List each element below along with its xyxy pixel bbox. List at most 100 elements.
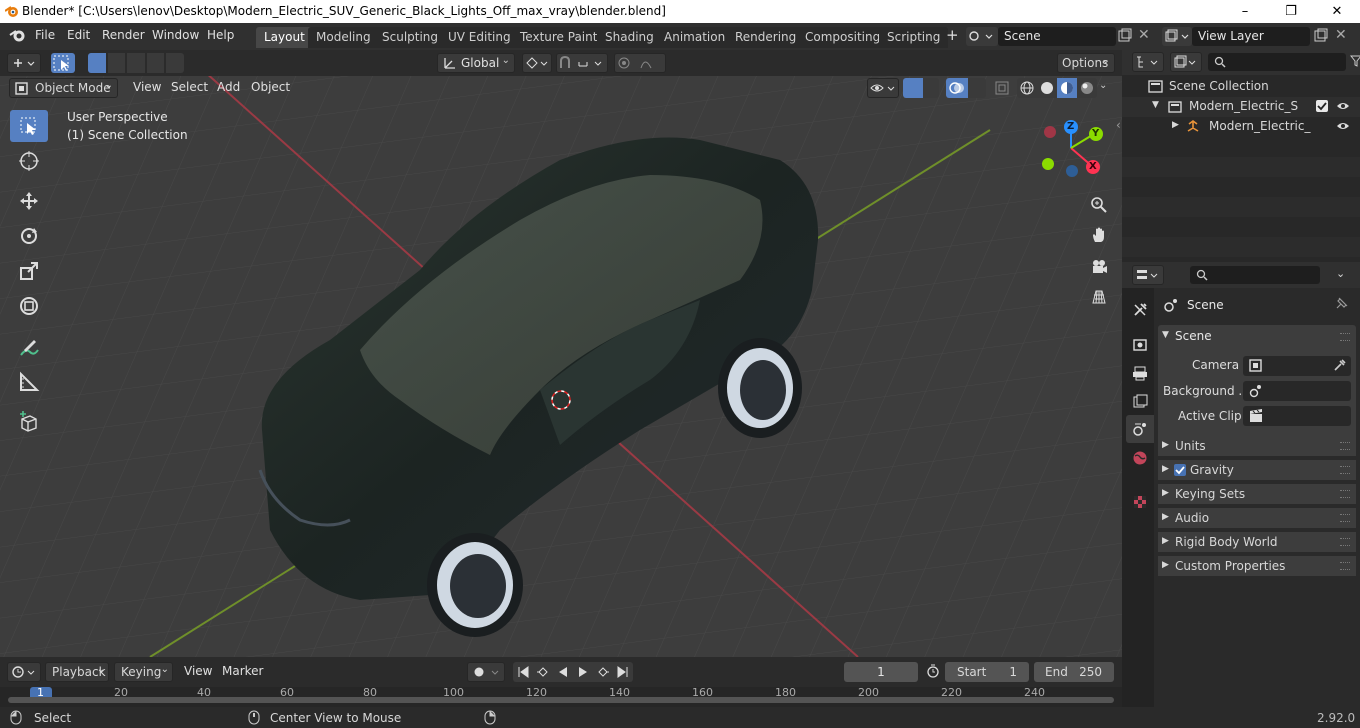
tool-tab-icon[interactable] <box>1128 298 1152 322</box>
delete-scene-icon[interactable]: ✕ <box>1138 27 1150 43</box>
active-clip-field[interactable] <box>1243 406 1351 426</box>
tab-layout[interactable]: Layout <box>256 27 313 48</box>
material-shading-icon[interactable] <box>1057 78 1077 98</box>
viewport-menu-select[interactable]: Select <box>171 80 208 94</box>
subpanel-units[interactable]: ▶ Units <box>1158 436 1356 456</box>
expand-down-icon[interactable]: ▼ <box>1152 100 1159 110</box>
play-icon[interactable] <box>573 662 593 682</box>
timeline-menu-view[interactable]: View <box>184 664 212 678</box>
rotate-tool[interactable] <box>10 220 48 252</box>
drag-handle-icon[interactable] <box>1340 538 1350 546</box>
expand-down-icon[interactable]: ▼ <box>1162 330 1169 340</box>
outliner-row-scene-collection[interactable]: Scene Collection <box>1122 77 1360 97</box>
background-scene-field[interactable] <box>1243 381 1351 401</box>
overlays-toggle[interactable] <box>946 78 986 98</box>
tab-compositing[interactable]: Compositing <box>797 27 889 48</box>
tab-animation[interactable]: Animation <box>656 27 734 48</box>
cursor-tool[interactable] <box>10 145 48 177</box>
jump-end-icon[interactable] <box>613 662 633 682</box>
output-tab-icon[interactable] <box>1128 361 1152 385</box>
menu-file[interactable]: File <box>35 28 55 42</box>
maximize-button[interactable]: ❐ <box>1268 0 1314 23</box>
timeline-ruler[interactable]: 1 20 40 60 80 100 120 140 160 180 200 22… <box>0 687 1122 707</box>
move-tool[interactable] <box>10 185 48 217</box>
tab-texture-paint[interactable]: Texture Paint <box>512 27 606 48</box>
select-mode-icon[interactable] <box>51 53 75 73</box>
select-extend-icon[interactable] <box>107 53 126 73</box>
mode-dropdown[interactable]: Object Mode ⌄ <box>9 78 118 98</box>
select-intersect-icon[interactable] <box>166 53 184 73</box>
pan-view-hand-icon[interactable] <box>1086 222 1112 248</box>
exclude-checkbox[interactable] <box>1316 100 1328 112</box>
view-layer-field[interactable]: View Layer <box>1192 27 1310 46</box>
viewport-menu-object[interactable]: Object <box>251 80 290 94</box>
camera-field[interactable] <box>1243 356 1351 376</box>
tab-sculpting[interactable]: Sculpting <box>374 27 447 48</box>
menu-window[interactable]: Window <box>152 28 199 42</box>
end-frame-field[interactable]: End 250 <box>1034 662 1114 682</box>
minimize-button[interactable]: – <box>1222 0 1268 23</box>
menu-edit[interactable]: Edit <box>67 28 90 42</box>
xray-toggle-icon[interactable] <box>994 80 1010 96</box>
subpanel-custom-properties[interactable]: ▶ Custom Properties <box>1158 556 1356 576</box>
world-tab-icon[interactable] <box>1128 446 1152 470</box>
rendered-shading-icon[interactable] <box>1077 78 1097 98</box>
scene-selector-button[interactable] <box>966 27 998 46</box>
viewport-menu-view[interactable]: View <box>133 80 161 94</box>
current-frame-field[interactable]: 1 <box>844 662 918 682</box>
outliner-editor-type-button[interactable] <box>1132 52 1164 72</box>
scale-tool[interactable] <box>10 255 48 287</box>
view-layer-selector-button[interactable] <box>1162 27 1192 46</box>
tab-modeling[interactable]: Modeling <box>308 27 379 48</box>
wireframe-shading-icon[interactable] <box>1017 78 1037 98</box>
preview-range-clock-icon[interactable] <box>926 664 940 678</box>
outliner-row-collection[interactable]: ▼ Modern_Electric_SUV_Ge <box>1122 97 1360 117</box>
next-keyframe-icon[interactable] <box>593 662 613 682</box>
properties-editor-type-button[interactable] <box>1132 265 1164 285</box>
keying-menu[interactable]: Keying ⌄ <box>114 662 173 682</box>
select-subtract-icon[interactable] <box>127 53 145 73</box>
scene-tab-icon[interactable] <box>1128 417 1152 441</box>
camera-view-icon[interactable] <box>1086 254 1112 280</box>
transform-tool[interactable] <box>10 290 48 322</box>
new-scene-icon[interactable] <box>1117 28 1133 44</box>
select-invert-icon[interactable] <box>146 53 165 73</box>
outliner-search-input[interactable] <box>1208 53 1346 71</box>
subpanel-rigid-body-world[interactable]: ▶ Rigid Body World <box>1158 532 1356 552</box>
outliner-row-object[interactable]: ▶ Modern_Electric_SUV <box>1122 117 1360 137</box>
scene-name-field[interactable]: Scene <box>998 27 1116 46</box>
scene-panel-title[interactable]: Scene <box>1175 329 1212 343</box>
display-mode-button[interactable] <box>1170 52 1202 72</box>
auto-keying-toggle[interactable] <box>467 662 505 682</box>
shading-options-chevron-icon[interactable]: ⌄ <box>1099 80 1107 91</box>
close-window-button[interactable]: ✕ <box>1314 0 1360 23</box>
filter-icon[interactable] <box>1350 54 1360 68</box>
tab-rendering[interactable]: Rendering <box>727 27 805 48</box>
3d-viewport[interactable]: Z Y X User Perspective (1) Scene Collect… <box>0 50 1122 657</box>
gravity-checkbox[interactable] <box>1174 464 1186 476</box>
measure-tool[interactable] <box>10 366 48 398</box>
drag-handle-icon[interactable] <box>1340 442 1350 450</box>
timeline-scrollbar[interactable] <box>8 697 1114 703</box>
visibility-dropdown[interactable] <box>867 78 899 98</box>
jump-start-icon[interactable] <box>513 662 533 682</box>
snapping-toggle[interactable] <box>556 53 608 73</box>
eyedropper-icon[interactable] <box>1333 359 1346 372</box>
delete-view-layer-icon[interactable]: ✕ <box>1335 27 1347 43</box>
select-new-icon[interactable] <box>88 53 106 73</box>
eye-icon[interactable] <box>1336 100 1350 112</box>
new-view-layer-icon[interactable] <box>1313 28 1329 44</box>
transform-orientation-dropdown[interactable]: Global ⌄ <box>437 53 515 73</box>
select-box-tool[interactable] <box>10 110 48 142</box>
sidebar-toggle-chevron-icon[interactable]: ‹ <box>1116 118 1121 132</box>
pin-icon[interactable] <box>1334 297 1348 311</box>
viewport-menu-add[interactable]: Add <box>217 80 240 94</box>
view-layer-tab-icon[interactable] <box>1128 389 1152 413</box>
zoom-view-button[interactable] <box>1086 192 1112 218</box>
render-tab-icon[interactable] <box>1128 332 1152 356</box>
expand-right-icon[interactable]: ▶ <box>1172 120 1179 130</box>
add-workspace-button[interactable]: + <box>946 26 959 44</box>
pivot-point-dropdown[interactable] <box>522 53 552 73</box>
menu-render[interactable]: Render <box>102 28 145 42</box>
timeline-menu-marker[interactable]: Marker <box>222 664 263 678</box>
